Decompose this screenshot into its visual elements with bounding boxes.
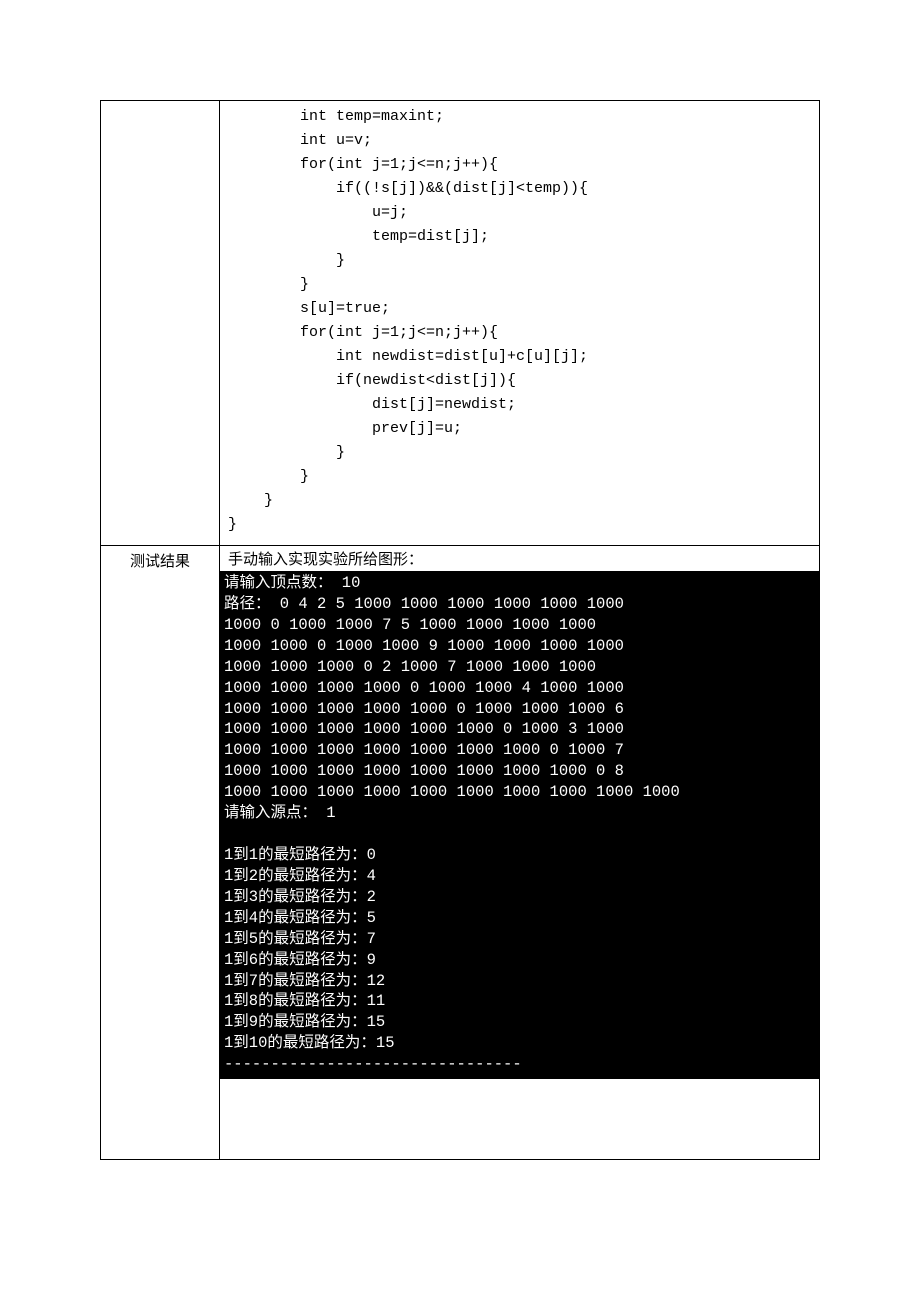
terminal-output: 请输入顶点数： 10 路径： 0 4 2 5 1000 1000 1000 10…	[220, 571, 819, 1079]
row-label: 测试结果	[130, 554, 190, 570]
row-label-cell	[101, 101, 220, 546]
table-row: int temp=maxint; int u=v; for(int j=1;j<…	[101, 101, 820, 546]
code-cell: int temp=maxint; int u=v; for(int j=1;j<…	[220, 101, 820, 546]
document-page: int temp=maxint; int u=v; for(int j=1;j<…	[0, 0, 920, 1220]
report-table: int temp=maxint; int u=v; for(int j=1;j<…	[100, 100, 820, 1160]
blank-space	[220, 1079, 819, 1159]
result-cell: 手动输入实现实验所给图形： 请输入顶点数： 10 路径： 0 4 2 5 100…	[220, 546, 820, 1160]
result-description: 手动输入实现实验所给图形：	[220, 546, 819, 571]
row-label-cell: 测试结果	[101, 546, 220, 1160]
source-code: int temp=maxint; int u=v; for(int j=1;j<…	[220, 101, 819, 545]
table-row: 测试结果 手动输入实现实验所给图形： 请输入顶点数： 10 路径： 0 4 2 …	[101, 546, 820, 1160]
